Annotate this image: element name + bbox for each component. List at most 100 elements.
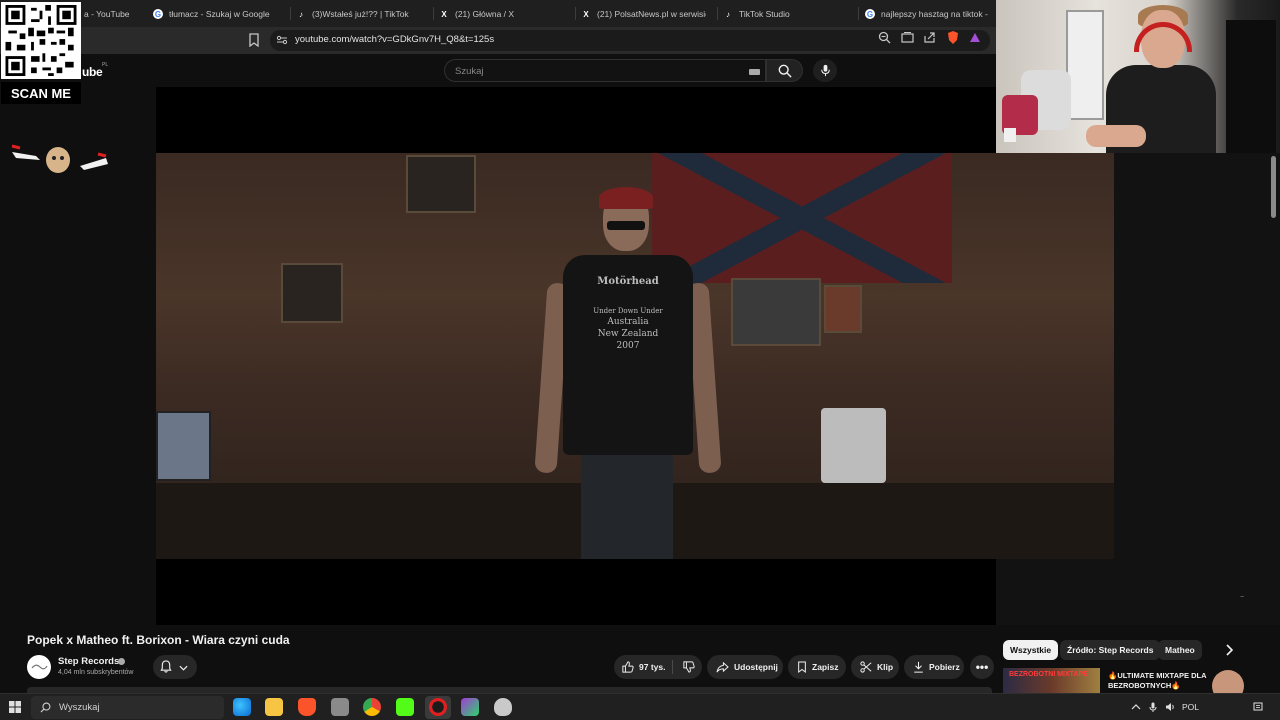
logo-region-label: PL [102, 62, 109, 68]
like-button[interactable]: 97 tys. [614, 655, 672, 679]
speaker-icon[interactable] [1165, 702, 1175, 712]
chip-matheo[interactable]: Matheo [1158, 640, 1202, 660]
tab-x-home[interactable]: X (21) Główna / X [439, 3, 574, 25]
app-icon[interactable] [461, 698, 479, 716]
share-button[interactable]: Udostępnij [707, 655, 783, 679]
tab-divider [433, 7, 434, 20]
window [1066, 10, 1104, 120]
wall-frame [281, 263, 343, 323]
search-button[interactable] [766, 59, 803, 82]
edge-icon[interactable] [233, 698, 251, 716]
bell-icon [160, 660, 172, 673]
scan-me-label: SCAN ME [1, 82, 81, 104]
google-icon: G [865, 9, 875, 19]
cap [599, 187, 653, 209]
band-shirt: Motörhead Under Down Under Australia New… [563, 255, 693, 455]
streamer-arm [1086, 125, 1146, 147]
recommended-video-title[interactable]: 🔥ULTIMATE MIXTAPE DLA BEZROBOTNYCH🔥 [1108, 671, 1228, 691]
windows-taskbar: Wyszukaj POL [0, 693, 1280, 720]
cup [1004, 128, 1016, 142]
taskbar-search-placeholder: Wyszukaj [59, 702, 100, 713]
notification-bell-button[interactable] [153, 655, 197, 679]
shirt-line: New Zealand [597, 329, 659, 340]
more-actions-button[interactable]: ••• [970, 655, 994, 679]
microphone-icon [820, 64, 830, 77]
file-explorer-icon[interactable] [265, 698, 283, 716]
tab-title: (21) PolsatNews.pl w serwisie X [597, 9, 706, 19]
youtube-header: ube PL Szukaj [0, 54, 996, 87]
language-indicator[interactable]: POL [1182, 702, 1199, 712]
brave-shields-icon[interactable] [946, 30, 960, 45]
save-button[interactable]: Zapisz [788, 655, 846, 679]
qr-code-pattern [5, 5, 77, 76]
site-settings-icon[interactable] [276, 34, 288, 46]
tab-title: (3)Wstałeś już!?? | TikTok [312, 9, 409, 19]
channel-name[interactable]: Step Records [58, 656, 119, 667]
cat-emote-icon [11, 144, 108, 173]
chip-all[interactable]: Wszystkie [1003, 640, 1059, 660]
tab-youtube[interactable]: a - YouTube [84, 3, 148, 25]
search-icon [40, 702, 51, 713]
qr-code [1, 2, 81, 79]
x-icon: X [441, 9, 447, 19]
shirt-line: 2007 [616, 341, 640, 352]
save-bookmark-icon [798, 661, 806, 673]
kick-app-icon[interactable] [396, 698, 414, 716]
tab-divider [290, 7, 291, 20]
tab-title: TikTok Studio [739, 9, 790, 19]
keyboard-icon[interactable] [749, 69, 760, 75]
download-label: Pobierz [929, 662, 960, 672]
screen: a - YouTube G tłumacz - Szukaj w Google … [0, 0, 1280, 720]
taskbar-search-input[interactable]: Wyszukaj [31, 696, 224, 719]
tab-tiktok[interactable]: ♪ (3)Wstałeś już!?? | TikTok [296, 3, 431, 25]
brave-rewards-icon[interactable] [968, 30, 982, 45]
tab-title: (21) Główna / X [455, 9, 515, 19]
brave-browser-icon[interactable] [298, 698, 316, 716]
shirt-line: Under Down Under [593, 306, 663, 315]
video-frame[interactable]: Motörhead Under Down Under Australia New… [156, 153, 1114, 559]
tab-x-polsat[interactable]: X (21) PolsatNews.pl w serwisie X [581, 3, 706, 25]
like-dislike-group: 97 tys. [614, 655, 702, 679]
dislike-button[interactable] [676, 655, 702, 679]
tab-divider [575, 7, 576, 20]
chrome-icon[interactable] [363, 698, 381, 716]
channel-avatar[interactable] [27, 655, 51, 679]
obs-studio-icon[interactable] [429, 698, 447, 716]
shirt-print: Motörhead Under Down Under Australia New… [593, 275, 663, 352]
bookmark-icon[interactable] [248, 33, 260, 47]
tab-google-hashtag[interactable]: G najlepszy hasztag na tiktok - [865, 3, 993, 25]
media-icon[interactable] [901, 31, 914, 44]
tiktok-icon: ♪ [299, 9, 303, 19]
computer-monitor [156, 411, 211, 481]
verified-badge-icon [118, 658, 125, 665]
zoom-icon[interactable] [878, 31, 891, 44]
chevron-right-icon[interactable] [1221, 642, 1237, 658]
windows-start-icon[interactable] [9, 701, 21, 713]
url-text: youtube.com/watch?v=GDkGnv7H_Q8&t=125s [295, 34, 495, 45]
chevron-up-icon[interactable] [1131, 702, 1141, 712]
tab-title: najlepszy hasztag na tiktok - [881, 9, 988, 19]
thumbnail-text: BEZROBOTNI MIXTAPE [1009, 671, 1088, 678]
tab-divider [858, 7, 859, 20]
scrollbar[interactable] [1271, 156, 1276, 218]
jeans [581, 451, 673, 559]
share-icon [716, 661, 729, 672]
recommended-video-thumbnail[interactable]: BEZROBOTNI MIXTAPE [1003, 668, 1100, 695]
chip-source[interactable]: Źródło: Step Records [1060, 640, 1161, 660]
tiktok-icon: ♪ [726, 9, 730, 19]
app-icon[interactable] [331, 698, 349, 716]
tab-tiktok-studio[interactable]: ♪ TikTok Studio [723, 3, 853, 25]
search-input[interactable]: Szukaj [444, 59, 766, 82]
app-icon[interactable] [494, 698, 512, 716]
like-divider [672, 660, 673, 674]
clip-button[interactable]: Klip [851, 655, 899, 679]
voice-search-button[interactable] [813, 59, 837, 82]
share-page-icon[interactable] [923, 31, 936, 44]
microphone-stand [1226, 20, 1276, 153]
microphone-icon[interactable] [1148, 702, 1158, 712]
download-button[interactable]: Pobierz [904, 655, 964, 679]
youtube-logo[interactable]: ube [82, 65, 103, 79]
notifications-icon[interactable] [1253, 702, 1263, 712]
tab-google-translate[interactable]: G tłumacz - Szukaj w Google [153, 3, 288, 25]
google-icon: G [153, 9, 163, 19]
